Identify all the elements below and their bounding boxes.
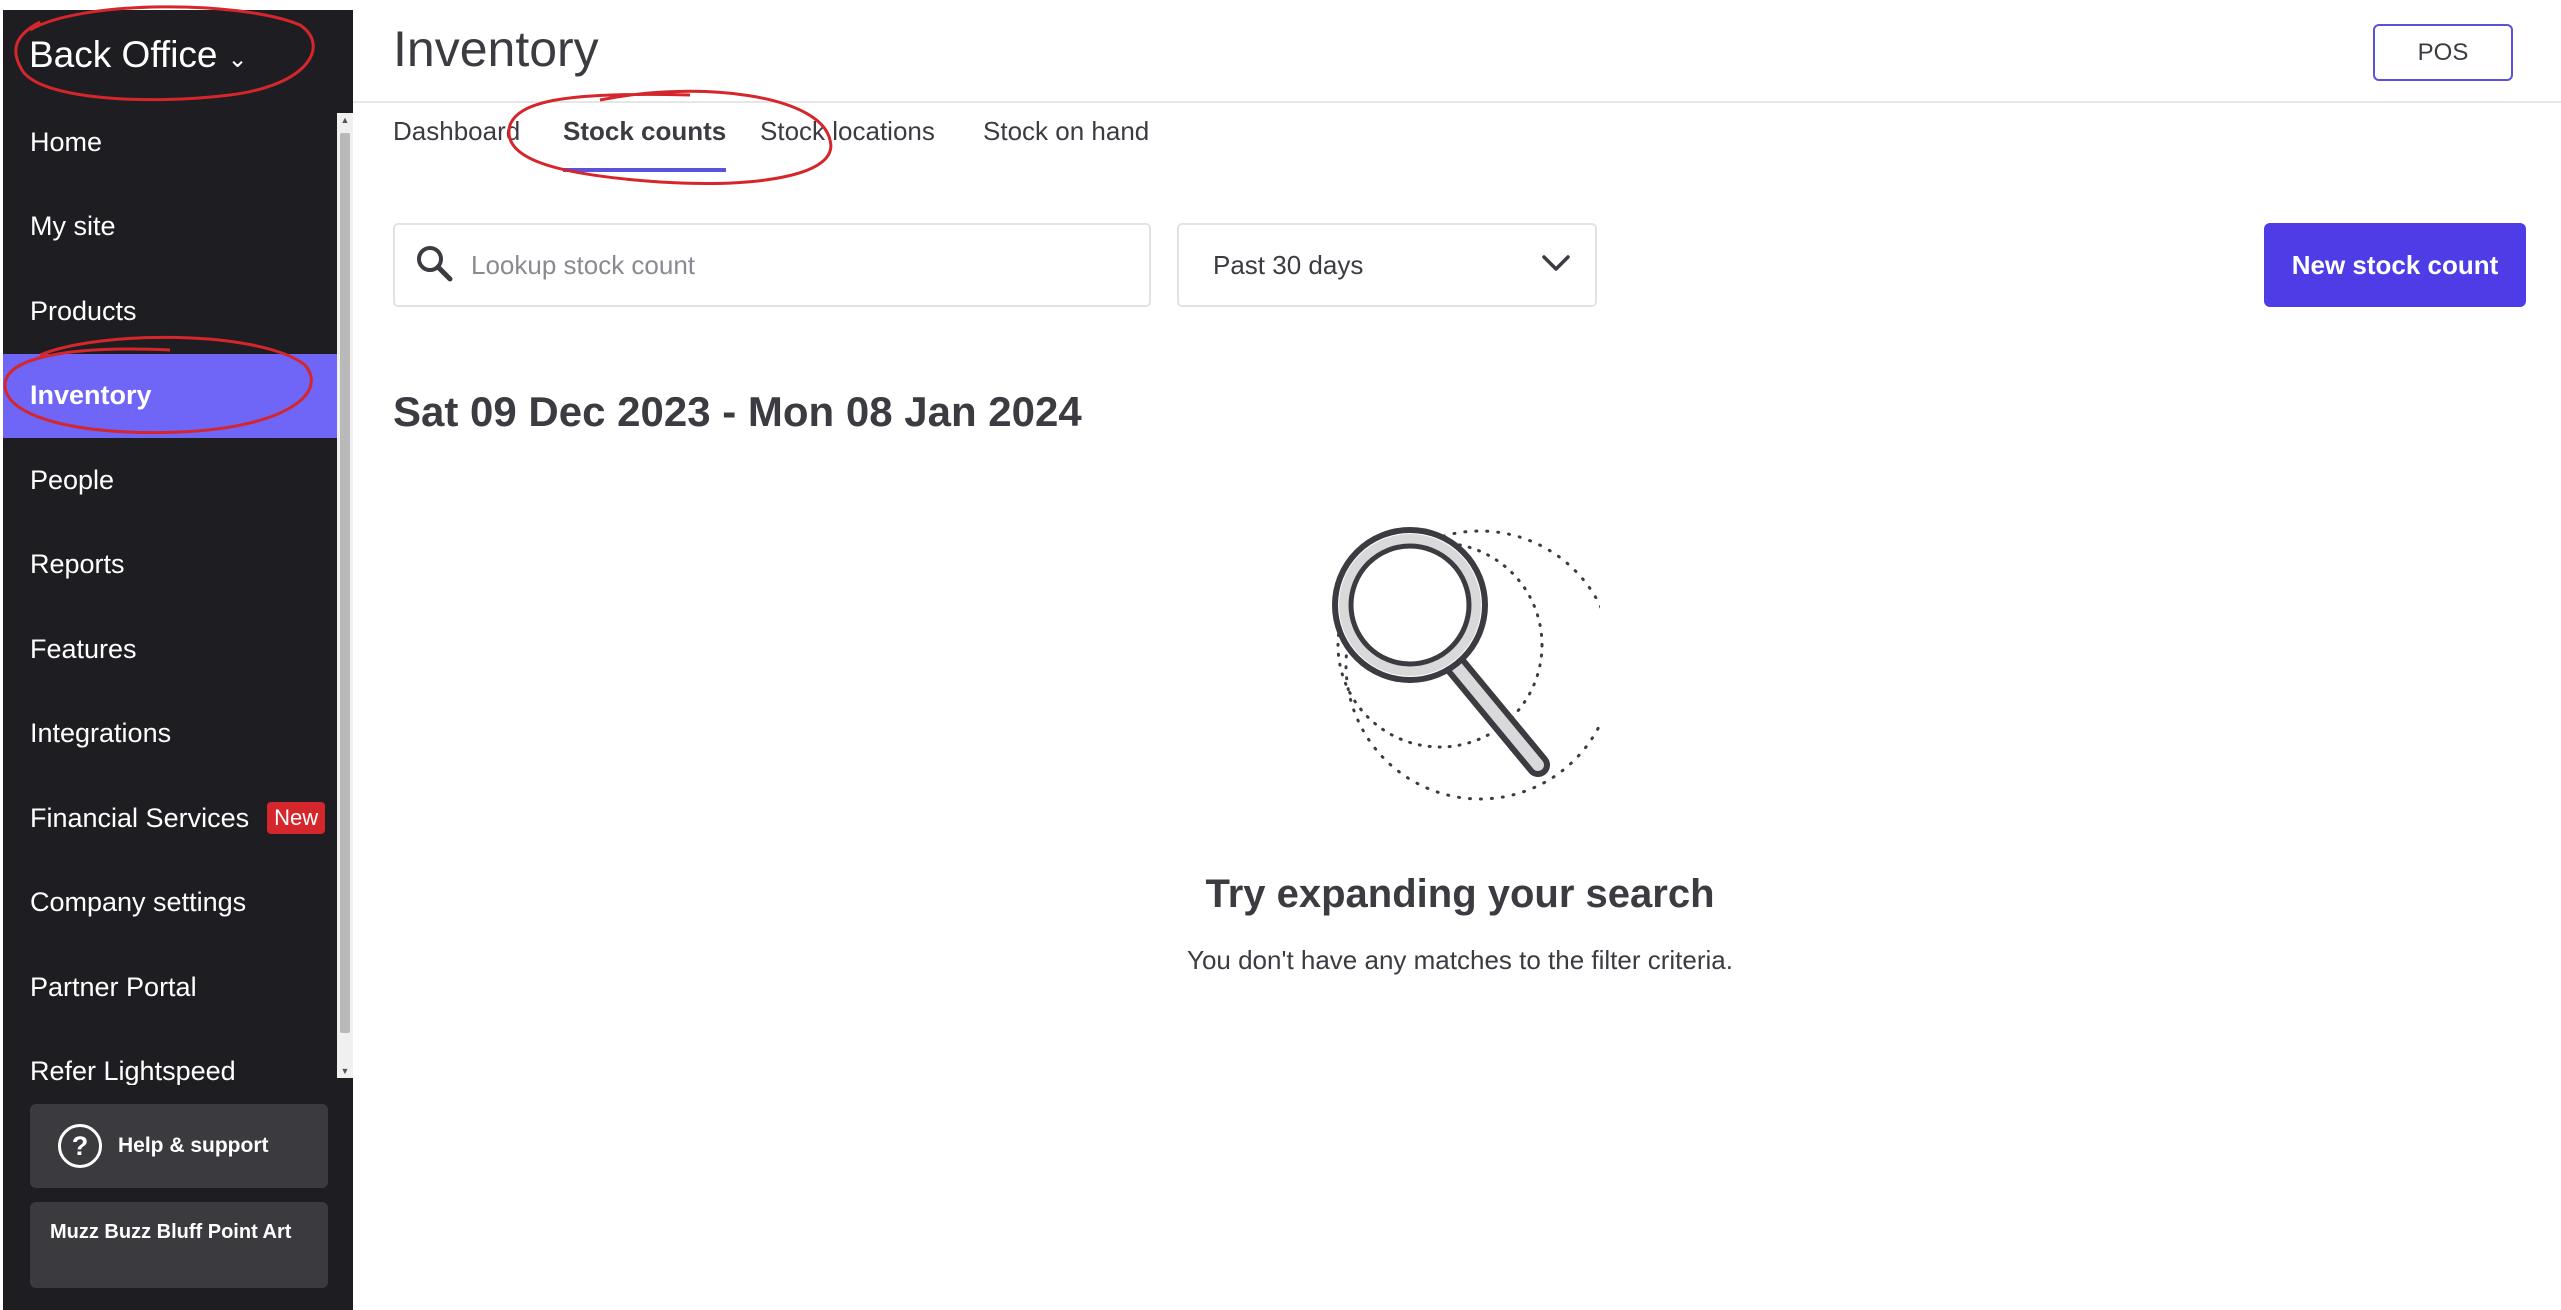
search-icon	[415, 244, 453, 287]
nav-list: Home My site Products Inventory People R…	[3, 100, 337, 1085]
sidebar-item-label: Financial Services	[30, 802, 250, 833]
sidebar-item-my-site[interactable]: My site	[3, 185, 337, 270]
new-stock-count-button[interactable]: New stock count	[2264, 223, 2526, 307]
sidebar-item-features[interactable]: Features	[3, 607, 337, 692]
sidebar-item-reports[interactable]: Reports	[3, 523, 337, 608]
sidebar-item-products[interactable]: Products	[3, 269, 337, 354]
sidebar: Back Office ⌄ Home My site Products Inve…	[3, 10, 353, 1310]
sidebar-item-label: Home	[30, 126, 103, 157]
sidebar-item-label: Integrations	[30, 718, 172, 749]
page-title: Inventory	[393, 21, 599, 77]
account-name: Muzz Buzz Bluff Point Art	[50, 1221, 292, 1243]
sidebar-nav: Home My site Products Inventory People R…	[3, 100, 353, 1085]
sidebar-item-integrations[interactable]: Integrations	[3, 692, 337, 777]
annotation-overlay	[3, 5, 833, 435]
sidebar-item-label: Inventory	[30, 380, 152, 411]
sidebar-item-people[interactable]: People	[3, 438, 337, 523]
sidebar-item-label: People	[30, 464, 115, 495]
brand-label: Back Office	[29, 34, 218, 75]
empty-state-subtitle: You don't have any matches to the filter…	[1187, 945, 1733, 975]
scroll-up-arrow-icon[interactable]: ▲	[337, 113, 353, 127]
question-circle-icon: ?	[58, 1124, 102, 1168]
tab-stock-counts[interactable]: Stock counts	[563, 116, 727, 172]
sidebar-item-label: Features	[30, 633, 137, 664]
magnifier-illustration-icon	[1320, 525, 1616, 805]
chevron-down-icon	[1541, 249, 1571, 280]
tab-stock-on-hand[interactable]: Stock on hand	[983, 116, 1149, 172]
sidebar-item-label: Partner Portal	[30, 971, 197, 1002]
date-filter-select[interactable]: Past 30 days	[1177, 223, 1597, 307]
date-range-heading: Sat 09 Dec 2023 - Mon 08 Jan 2024	[393, 388, 1082, 435]
sidebar-item-refer-lightspeed[interactable]: Refer Lightspeed	[3, 1030, 337, 1085]
tab-dashboard[interactable]: Dashboard	[393, 116, 520, 172]
scrollbar-thumb[interactable]	[340, 133, 350, 1033]
chevron-down-icon: ⌄	[227, 45, 248, 73]
sidebar-item-financial-services[interactable]: Financial Services New	[3, 776, 337, 861]
search-field[interactable]	[393, 223, 1151, 307]
help-support-button[interactable]: ? Help & support	[30, 1104, 328, 1188]
sidebar-item-partner-portal[interactable]: Partner Portal	[3, 945, 337, 1030]
sidebar-item-home[interactable]: Home	[3, 100, 337, 185]
help-support-label: Help & support	[118, 1134, 269, 1157]
header-divider	[353, 101, 2561, 103]
new-badge: New	[267, 802, 326, 835]
sidebar-item-label: Refer Lightspeed	[30, 1056, 236, 1085]
date-filter-value: Past 30 days	[1213, 249, 1364, 280]
sidebar-item-label: Company settings	[30, 887, 247, 918]
sidebar-item-label: Products	[30, 295, 137, 326]
empty-state-title: Try expanding your search	[1205, 872, 1715, 916]
sidebar-scrollbar[interactable]: ▲ ▼	[337, 113, 353, 1078]
account-switcher[interactable]: Muzz Buzz Bluff Point Art	[30, 1202, 328, 1288]
scroll-down-arrow-icon[interactable]: ▼	[337, 1064, 353, 1078]
sidebar-item-label: My site	[30, 211, 116, 242]
pos-button[interactable]: POS	[2373, 24, 2513, 81]
tab-stock-locations[interactable]: Stock locations	[760, 116, 935, 172]
back-office-menu[interactable]: Back Office ⌄	[3, 10, 353, 100]
search-input[interactable]	[469, 248, 1119, 282]
sidebar-item-company-settings[interactable]: Company settings	[3, 861, 337, 946]
sidebar-item-label: Reports	[30, 549, 125, 580]
sidebar-item-inventory[interactable]: Inventory	[3, 353, 337, 438]
